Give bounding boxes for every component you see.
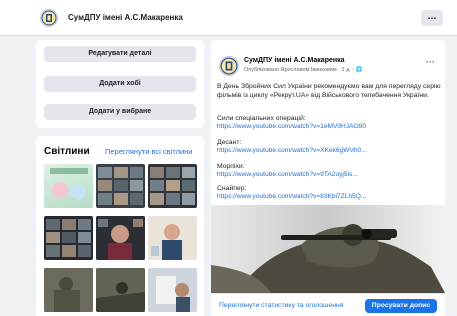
post-options-icon[interactable]: ··· bbox=[426, 57, 435, 67]
view-insights-link[interactable]: Переглянути статистику та оголошення bbox=[219, 302, 343, 309]
boost-post-button[interactable]: Просувати допис bbox=[365, 299, 437, 313]
photo-thumbnail[interactable] bbox=[148, 268, 197, 312]
photo-thumbnail[interactable] bbox=[148, 216, 197, 260]
post-meta: Опубліковано Ярославом Іванковим · 2 д. … bbox=[244, 67, 363, 73]
university-logo-icon[interactable] bbox=[40, 9, 58, 27]
photo-thumbnail[interactable] bbox=[148, 164, 197, 208]
photo-thumbnail[interactable] bbox=[44, 164, 93, 208]
post-item-label: Десант: bbox=[217, 139, 242, 146]
page-actions-card: Редагувати деталі Додати хобі Додати у в… bbox=[36, 40, 204, 128]
photo-thumbnail[interactable] bbox=[96, 268, 145, 312]
photos-title: Світлини bbox=[44, 146, 90, 157]
photo-thumbnail[interactable] bbox=[44, 268, 93, 312]
photo-thumbnail[interactable] bbox=[44, 216, 93, 260]
add-hobbies-button[interactable]: Додати хобі bbox=[44, 76, 196, 92]
post-card: СумДПУ імені А.С.Макаренка Опубліковано … bbox=[211, 40, 445, 316]
post-intro-text: В День Збройних Сил України рекомендуємо… bbox=[217, 83, 441, 99]
post-item-label: Морпіхи: bbox=[217, 163, 245, 170]
post-video-link[interactable]: https://www.youtube.com/watch?v=9TA2uyj5… bbox=[217, 171, 358, 178]
post-video-link[interactable]: https://www.youtube.com/watch?v=1eMV0HJA… bbox=[217, 123, 366, 130]
photos-card: Світлини Переглянути всі світлини bbox=[36, 136, 204, 316]
author-avatar[interactable] bbox=[219, 56, 239, 76]
photo-thumbnail[interactable] bbox=[96, 216, 145, 260]
post-footer: Переглянути статистику та оголошення Про… bbox=[211, 293, 445, 316]
see-all-photos-link[interactable]: Переглянути всі світлини bbox=[105, 147, 192, 156]
post-video-link[interactable]: https://www.youtube.com/watch?v=XKek6gWV… bbox=[217, 147, 367, 154]
more-options-button[interactable]: … bbox=[421, 10, 443, 26]
photo-thumbnail[interactable] bbox=[96, 164, 145, 208]
page-header: СумДПУ імені А.С.Макаренка … bbox=[0, 0, 457, 36]
post-item-label: Снайпер: bbox=[217, 185, 247, 192]
add-featured-button[interactable]: Додати у вибране bbox=[44, 104, 196, 120]
post-video-link[interactable]: https://www.youtube.com/watch?v=83Kbi7ZL… bbox=[217, 193, 366, 200]
post-author-name[interactable]: СумДПУ імені А.С.Макаренка bbox=[244, 57, 345, 64]
edit-details-button[interactable]: Редагувати деталі bbox=[44, 46, 196, 62]
post-item-label: Сили спеціальних операцій: bbox=[217, 115, 306, 122]
page-title[interactable]: СумДПУ імені А.С.Макаренка bbox=[68, 13, 183, 22]
post-image[interactable] bbox=[211, 205, 445, 293]
